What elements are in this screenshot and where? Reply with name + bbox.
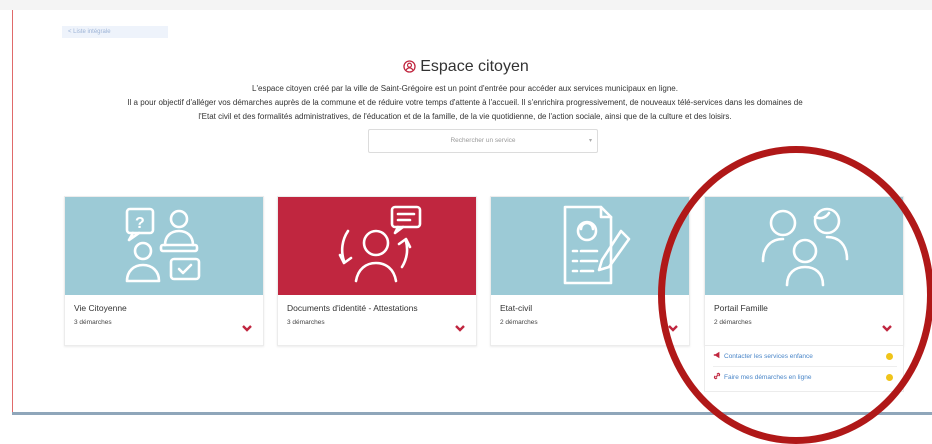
status-dot [886, 374, 893, 381]
card-title: Vie Citoyenne [74, 303, 127, 313]
card-title: Etat-civil [500, 303, 533, 313]
card-count: 2 démarches [714, 319, 752, 326]
status-dot [886, 353, 893, 360]
chevron-down-icon[interactable] [455, 319, 465, 337]
bottom-bar [12, 412, 932, 415]
intro-line: Il a pour objectif d'alléger vos démarch… [127, 98, 803, 108]
family-icon [705, 197, 903, 295]
chevron-down-icon[interactable] [668, 319, 678, 337]
page-title: Espace citoyen [0, 58, 932, 78]
service-card-portail-famille[interactable]: Portail Famille 2 démarches [704, 196, 904, 346]
page-title-text: Espace citoyen [420, 58, 529, 75]
link-label: Faire mes démarches en ligne [724, 374, 812, 381]
chevron-down-icon: ▾ [588, 138, 592, 144]
link-icon [713, 370, 721, 388]
service-card-documents-identite[interactable]: Documents d'identité - Attestations 3 dé… [277, 196, 477, 346]
person-documents-icon [278, 197, 476, 295]
citizen-icon [403, 60, 416, 78]
back-link[interactable]: < Liste intégrale [62, 26, 168, 38]
link-demarches-en-ligne[interactable]: Faire mes démarches en ligne [713, 369, 897, 387]
card-count: 2 démarches [500, 319, 538, 326]
search-placeholder: Rechercher un service [450, 137, 516, 144]
top-bar [0, 0, 932, 10]
svg-text:?: ? [135, 215, 145, 232]
family-links-list: Contacter les services enfance Faire mes… [704, 346, 904, 392]
card-count: 3 démarches [287, 319, 325, 326]
intro-line: L'espace citoyen créé par la ville de Sa… [252, 84, 678, 93]
intro-line: l'Etat civil et des formalités administr… [198, 112, 732, 122]
card-title: Portail Famille [714, 303, 768, 313]
chevron-down-icon[interactable] [882, 319, 892, 337]
service-card-etat-civil[interactable]: Etat-civil 2 démarches [490, 196, 690, 346]
link-contact-enfance[interactable]: Contacter les services enfance [713, 348, 897, 367]
card-title: Documents d'identité - Attestations [287, 303, 418, 313]
chevron-down-icon[interactable] [242, 319, 252, 337]
document-pen-icon [491, 197, 689, 295]
card-count: 3 démarches [74, 319, 112, 326]
service-card-vie-citoyenne[interactable]: ? Vie Citoyenne 3 démarches [64, 196, 264, 346]
link-label: Contacter les services enfance [724, 353, 813, 360]
intro-text: L'espace citoyen créé par la ville de Sa… [30, 82, 900, 125]
search-select[interactable]: Rechercher un service ▾ [368, 129, 598, 153]
citizens-dialogue-icon: ? [65, 197, 263, 295]
megaphone-icon [713, 349, 721, 367]
